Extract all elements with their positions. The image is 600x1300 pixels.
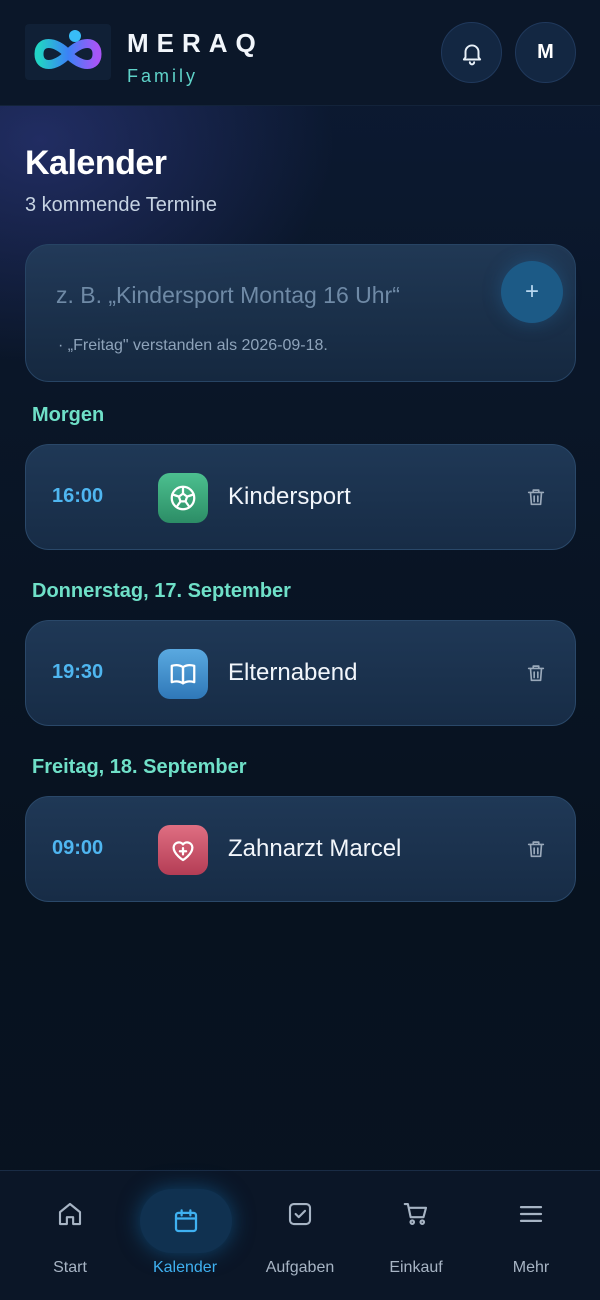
nav-label: Mehr [512, 1259, 550, 1276]
event-card[interactable]: 16:00 Kindersport [25, 444, 576, 550]
soccer-ball-icon [158, 473, 208, 523]
section-label: Morgen [32, 404, 105, 426]
trash-icon [527, 665, 545, 682]
quick-add-card: + · „Freitag" verstanden als 2026-09-18. [25, 244, 576, 382]
trash-icon [527, 841, 545, 858]
nav-label: Einkauf [389, 1259, 443, 1276]
event-time: 19:30 [52, 661, 104, 683]
app-header: MERAQ Family M [0, 0, 600, 106]
bell-icon [462, 43, 481, 65]
nav-item-einkauf[interactable]: Einkauf [356, 1171, 476, 1300]
trash-icon [527, 489, 545, 506]
event-time: 09:00 [52, 837, 104, 859]
brand-subtitle: Family [127, 66, 198, 86]
nav-item-start[interactable]: Start [10, 1171, 130, 1300]
delete-event-button[interactable] [524, 485, 548, 509]
infinity-logo-icon [25, 24, 111, 80]
nav-item-aufgaben[interactable]: Aufgaben [240, 1171, 360, 1300]
avatar-initial: M [537, 41, 554, 63]
parse-hint: · „Freitag" verstanden als 2026-09-18. [58, 337, 328, 354]
nav-label: Aufgaben [265, 1259, 335, 1276]
notifications-button[interactable] [441, 22, 502, 83]
event-title: Zahnarzt Marcel [228, 835, 402, 862]
checkbox-icon [275, 1189, 325, 1239]
page-title: Kalender [25, 144, 167, 182]
quick-add-input[interactable] [56, 275, 486, 315]
nav-item-mehr[interactable]: Mehr [471, 1171, 591, 1300]
section-label: Donnerstag, 17. September [32, 580, 291, 602]
plus-icon: + [524, 278, 539, 305]
delete-event-button[interactable] [524, 661, 548, 685]
event-card[interactable]: 19:30 Elternabend [25, 620, 576, 726]
menu-icon [506, 1189, 556, 1239]
home-icon [45, 1189, 95, 1239]
section-label: Freitag, 18. September [32, 756, 247, 778]
event-time: 16:00 [52, 485, 104, 507]
brand-name: MERAQ [127, 28, 264, 58]
calendar-icon [140, 1189, 232, 1253]
event-title: Elternabend [228, 659, 358, 686]
event-title: Kindersport [228, 483, 351, 510]
book-icon [158, 649, 208, 699]
event-card[interactable]: 09:00 Zahnarzt Marcel [25, 796, 576, 902]
add-event-button[interactable]: + [501, 261, 563, 323]
nav-item-kalender[interactable]: Kalender [125, 1171, 245, 1300]
avatar-button[interactable]: M [515, 22, 576, 83]
heart-plus-icon [158, 825, 208, 875]
page-subtitle: 3 kommende Termine [25, 194, 217, 216]
bottom-nav: Start Kalender Aufgaben Einkauf Mehr [0, 1170, 600, 1300]
nav-label: Kalender [152, 1259, 218, 1276]
cart-icon [391, 1189, 441, 1239]
nav-label: Start [53, 1259, 87, 1276]
delete-event-button[interactable] [524, 837, 548, 861]
